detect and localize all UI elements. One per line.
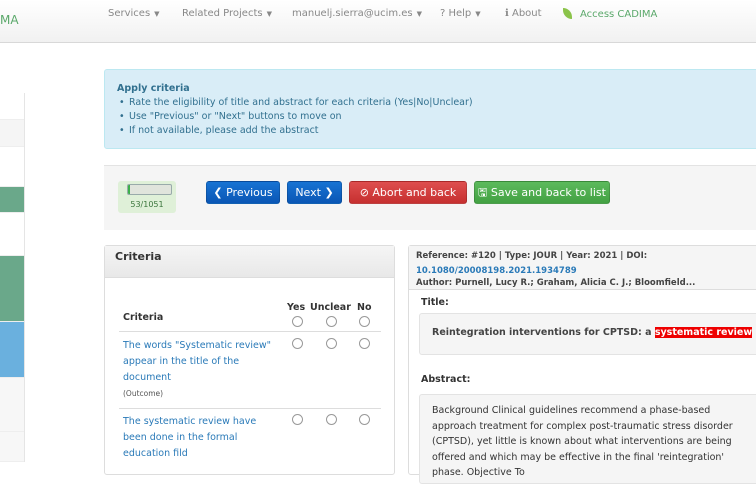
previous-button[interactable]: ❮ Previous <box>206 181 280 204</box>
radio-unclear[interactable] <box>326 338 337 349</box>
radio-yes[interactable] <box>292 338 303 349</box>
logo[interactable]: MA <box>0 13 19 27</box>
sidebar-item[interactable] <box>0 93 24 120</box>
reference-author: Author: Purnell, Lucy R.; Graham, Alicia… <box>416 278 696 288</box>
sidebar-item[interactable] <box>0 432 24 462</box>
info-alert: Apply criteria Rate the eligibility of t… <box>104 69 756 149</box>
col-unclear: Unclear <box>310 302 351 313</box>
criteria-item[interactable]: The systematic review have been done in … <box>123 414 263 462</box>
criteria-category: (Outcome) <box>123 389 164 398</box>
sidebar-item-active[interactable] <box>0 187 24 213</box>
progress-fill <box>128 185 131 194</box>
caret-down-icon: ▼ <box>266 10 272 18</box>
radio-all-unclear[interactable] <box>326 316 337 327</box>
radio-no[interactable] <box>359 414 370 425</box>
nav-access-cadima[interactable]: Access CADIMA <box>563 8 657 20</box>
criteria-text[interactable]: The systematic review have been done in … <box>123 416 256 459</box>
nav-label: manuelj.sierra@ucim.es <box>292 8 413 19</box>
sidebar <box>0 93 25 462</box>
nav-help[interactable]: ? Help ▼ <box>440 8 481 19</box>
abstract-text: Background Clinical guidelines recommend… <box>432 405 733 478</box>
sidebar-item[interactable] <box>0 213 24 256</box>
criteria-panel: Criteria Yes Unclear No Criteria The wor… <box>104 245 395 475</box>
divider <box>119 331 381 332</box>
nav-user[interactable]: manuelj.sierra@ucim.es ▼ <box>292 8 422 19</box>
progress-indicator: 53/1051 <box>118 181 176 213</box>
radio-yes[interactable] <box>292 414 303 425</box>
nav-services[interactable]: Services ▼ <box>108 8 160 19</box>
next-button[interactable]: Next ❯ <box>287 181 342 204</box>
col-no: No <box>357 302 372 313</box>
abstract-label: Abstract: <box>421 374 471 385</box>
progress-bar <box>127 184 172 195</box>
save-button[interactable]: 🖫 Save and back to list <box>474 181 610 204</box>
abstract-box: Background Clinical guidelines recommend… <box>419 394 756 484</box>
nav-label: Access CADIMA <box>580 9 658 20</box>
panel-title: Criteria <box>105 246 394 278</box>
title-label: Title: <box>421 297 449 308</box>
doi-link[interactable]: 10.1080/20008198.2021.1934789 <box>416 266 577 276</box>
info-bullet: Use "Previous" or "Next" buttons to move… <box>117 110 751 124</box>
radio-all-no[interactable] <box>359 316 370 327</box>
leaf-icon <box>563 8 572 19</box>
caret-down-icon: ▼ <box>416 10 423 18</box>
radio-all-yes[interactable] <box>292 316 303 327</box>
reference-panel: Reference: #120 | Type: JOUR | Year: 202… <box>408 245 756 484</box>
nav-related-projects[interactable]: Related Projects ▼ <box>182 8 272 19</box>
caret-down-icon: ▼ <box>154 10 160 18</box>
title-text: Reintegration interventions for CPTSD: a <box>432 327 655 338</box>
nav-label: ℹ About <box>505 8 542 19</box>
sidebar-item[interactable] <box>0 120 24 147</box>
caret-down-icon: ▼ <box>475 10 481 18</box>
title-box: Reintegration interventions for CPTSD: a… <box>419 313 756 355</box>
sidebar-item[interactable] <box>0 147 24 187</box>
reference-meta: Reference: #120 | Type: JOUR | Year: 202… <box>416 251 648 261</box>
sidebar-item-green[interactable] <box>0 256 24 322</box>
nav-label: Services <box>108 8 151 19</box>
col-yes: Yes <box>287 302 306 313</box>
info-bullet: Rate the eligibility of title and abstra… <box>117 96 751 110</box>
criteria-text[interactable]: The words "Systematic review" appear in … <box>123 340 271 383</box>
nav-about[interactable]: ℹ About <box>505 8 542 19</box>
progress-label: 53/1051 <box>130 200 164 209</box>
abort-button[interactable]: ⊘ Abort and back <box>349 181 467 204</box>
criteria-item[interactable]: The words "Systematic review" appear in … <box>123 338 283 402</box>
nav-label: ? Help <box>440 8 472 19</box>
title-highlight: systematic review <box>654 327 753 338</box>
radio-unclear[interactable] <box>326 414 337 425</box>
nav-label: Related Projects <box>182 8 263 19</box>
col-criteria: Criteria <box>123 312 164 323</box>
sidebar-item[interactable] <box>0 378 24 432</box>
info-title: Apply criteria <box>117 83 190 94</box>
divider <box>119 408 381 409</box>
sidebar-item-blue[interactable] <box>0 322 24 378</box>
radio-no[interactable] <box>359 338 370 349</box>
info-bullet: If not available, please add the abstrac… <box>117 124 751 138</box>
navbar: MA Services ▼ Related Projects ▼ manuelj.s… <box>0 0 756 43</box>
